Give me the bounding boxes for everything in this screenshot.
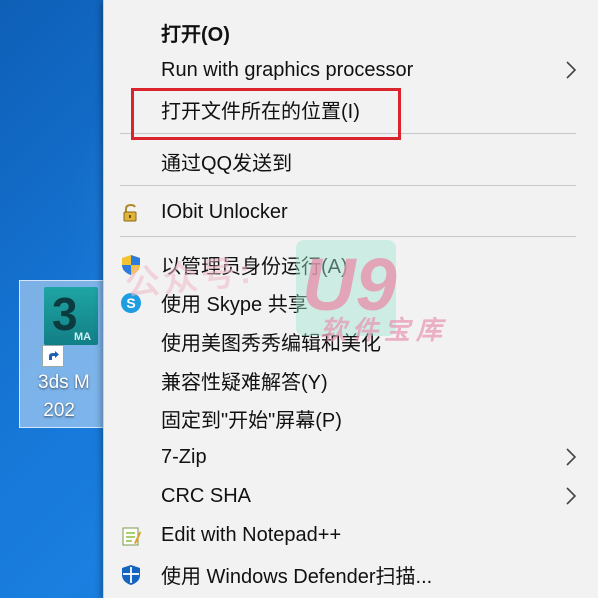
lock-icon — [123, 203, 137, 222]
menu-item-run-with-gpu[interactable]: Run with graphics processor — [104, 51, 598, 89]
menu-item-label: 使用 Windows Defender扫描... — [161, 565, 433, 588]
menu-item-label: IObit Unlocker — [161, 200, 288, 223]
notepadpp-icon — [122, 527, 141, 546]
menu-item-defender-scan[interactable]: 使用 Windows Defender扫描... — [104, 555, 598, 593]
defender-icon — [122, 565, 140, 585]
chevron-right-icon — [566, 61, 577, 79]
shortcut-arrow-icon — [42, 345, 64, 367]
menu-item-iobit-unlocker[interactable]: IObit Unlocker — [104, 193, 598, 231]
menu-item-label: 打开(O) — [161, 23, 230, 46]
menu-separator — [120, 185, 576, 186]
menu-item-label: 通过QQ发送到 — [161, 152, 293, 175]
chevron-right-icon — [566, 487, 577, 505]
menu-item-pin-to-start[interactable]: 固定到"开始"屏幕(P) — [104, 399, 598, 437]
menu-item-edit-with-notepadpp[interactable]: Edit with Notepad++ — [104, 516, 598, 554]
menu-item-7zip[interactable]: 7-Zip — [104, 438, 598, 476]
menu-item-send-via-qq[interactable]: 通过QQ发送到 — [104, 142, 598, 180]
highlight-annotation-box — [131, 88, 401, 140]
chevron-right-icon — [566, 448, 577, 466]
menu-item-open[interactable]: 打开(O) — [104, 13, 598, 51]
watermark-subtitle: 软件宝库 — [320, 315, 449, 345]
3ds-max-app-icon: 3 MA — [44, 287, 98, 345]
menu-item-label: 7-Zip — [161, 445, 207, 468]
menu-item-label: 兼容性疑难解答(Y) — [161, 371, 328, 394]
menu-item-label: Edit with Notepad++ — [161, 523, 342, 546]
menu-item-label: 固定到"开始"屏幕(P) — [161, 409, 342, 432]
tile-sub: MA — [74, 331, 92, 343]
menu-item-label: CRC SHA — [161, 484, 252, 507]
menu-item-label: Run with graphics processor — [161, 58, 414, 81]
menu-item-troubleshoot-compatibility[interactable]: 兼容性疑难解答(Y) — [104, 361, 598, 399]
menu-separator — [120, 236, 576, 237]
menu-item-crc-sha[interactable]: CRC SHA — [104, 477, 598, 515]
